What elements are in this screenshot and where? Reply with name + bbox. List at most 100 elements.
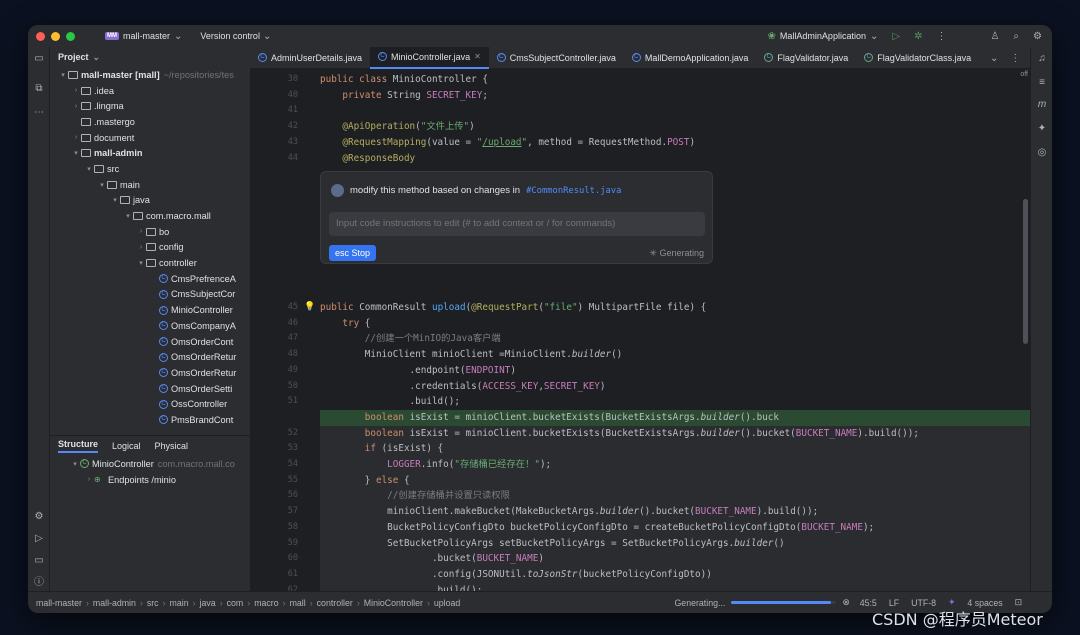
chevron-down-icon[interactable]: ▾ — [123, 212, 133, 220]
chevron-down-icon[interactable]: ▾ — [110, 196, 120, 204]
editor-tab[interactable]: C MallDemoApplication.java — [624, 47, 757, 69]
maximize-window-button[interactable] — [66, 31, 75, 41]
close-window-button[interactable] — [36, 31, 45, 41]
editor-tab[interactable]: C AdminUserDetails.java — [250, 47, 370, 69]
run-config-selector[interactable]: ❀ MallAdminApplication ⌄ — [768, 31, 879, 42]
code-line[interactable]: //创建一个MinIO的Java客户端 — [320, 331, 501, 347]
tree-item[interactable]: › document — [50, 130, 250, 146]
breadcrumb-item[interactable]: mall-admin — [93, 598, 136, 608]
tree-item[interactable]: C OmsOrderRetur — [50, 365, 250, 381]
database-icon[interactable]: ≡ — [1036, 77, 1048, 89]
folder-icon[interactable]: ▭ — [33, 53, 45, 65]
code-line[interactable]: @ResponseBody — [320, 151, 415, 167]
ai-instruction-input[interactable] — [329, 212, 705, 236]
vertical-scrollbar[interactable] — [1023, 199, 1028, 344]
tab-logical[interactable]: Logical — [112, 441, 141, 451]
debug-icon[interactable]: ✲ — [914, 31, 922, 42]
tree-item[interactable]: › .idea — [50, 83, 250, 99]
tree-item[interactable]: ▾ main — [50, 177, 250, 193]
close-tab-icon[interactable]: ✕ — [474, 52, 481, 61]
project-switcher[interactable]: MM mall-master ⌄ — [105, 31, 182, 42]
code-line[interactable]: try { — [320, 316, 370, 332]
lightbulb-icon[interactable]: 💡 — [304, 300, 315, 316]
breadcrumb-item[interactable]: main — [170, 598, 189, 608]
chevron-down-icon[interactable]: ▾ — [84, 165, 94, 173]
chevron-down-icon[interactable]: ▾ — [97, 181, 107, 189]
breadcrumb-item[interactable]: java — [200, 598, 216, 608]
code-line[interactable]: private String SECRET_KEY; — [320, 88, 488, 104]
chevron-right-icon[interactable]: › — [71, 87, 81, 94]
more-options-icon[interactable]: ⋮ — [936, 31, 946, 42]
copilot-icon[interactable]: ◎ — [1036, 147, 1048, 159]
tree-item[interactable]: › config — [50, 240, 250, 256]
terminal-icon[interactable]: ▭ — [33, 555, 45, 567]
run-tool-icon[interactable]: ▷ — [33, 533, 45, 545]
code-line[interactable]: boolean isExist = minioClient.bucketExis… — [320, 410, 779, 426]
tree-item[interactable]: ▾ com.macro.mall — [50, 208, 250, 224]
editor-tab[interactable]: C FlagValidatorClass.java — [856, 47, 979, 69]
code-line[interactable]: MinioClient minioClient =MinioClient.bui… — [320, 347, 623, 363]
minimize-window-button[interactable] — [51, 31, 60, 41]
code-line[interactable]: boolean isExist = minioClient.bucketExis… — [320, 426, 919, 442]
code-line[interactable]: @ApiOperation("文件上传") — [320, 119, 474, 135]
tree-item[interactable]: C CmsPrefrenceA — [50, 271, 250, 287]
more-icon[interactable]: ⋯ — [33, 107, 45, 119]
tree-item[interactable]: › bo — [50, 224, 250, 240]
code-line[interactable]: public class MinioController { — [320, 72, 488, 88]
code-editor[interactable]: off 30 public class MinioController {40 p… — [250, 69, 1030, 591]
code-line[interactable]: public CommonResult upload(@RequestPart(… — [320, 300, 706, 316]
chevron-right-icon[interactable]: › — [71, 134, 81, 141]
tree-item[interactable]: C OmsCompanyA — [50, 318, 250, 334]
tab-physical[interactable]: Physical — [155, 441, 189, 451]
chevron-down-icon[interactable]: ▾ — [136, 259, 146, 267]
tab-more-icon[interactable]: ⋮ — [1010, 53, 1020, 64]
code-line[interactable]: minioClient.makeBucket(MakeBucketArgs.bu… — [320, 504, 818, 520]
breadcrumb-item[interactable]: macro — [254, 598, 278, 608]
code-line[interactable]: SetBucketPolicyArgs setBucketPolicyArgs … — [320, 536, 784, 552]
editor-tab[interactable]: C FlagValidator.java — [756, 47, 856, 69]
services-icon[interactable]: ⚙ — [33, 511, 45, 523]
editor-tab[interactable]: C CmsSubjectController.java — [489, 47, 624, 69]
code-line[interactable]: .build(); — [320, 394, 460, 410]
tree-item[interactable]: ▾ src — [50, 161, 250, 177]
breadcrumb-item[interactable]: src — [147, 598, 159, 608]
structure-endpoints[interactable]: › ⊕ Endpoints /minio — [50, 472, 250, 488]
tree-item[interactable]: › .lingma — [50, 98, 250, 114]
settings-icon[interactable]: ⚙ — [1033, 31, 1042, 42]
code-line[interactable]: } else { — [320, 473, 410, 489]
breadcrumb-item[interactable]: MinioController — [364, 598, 423, 608]
code-line[interactable]: BucketPolicyConfigDto bucketPolicyConfig… — [320, 520, 874, 536]
chevron-right-icon[interactable]: › — [136, 244, 146, 251]
structure-root[interactable]: ▾ C MinioController com.macro.mall.co — [50, 456, 250, 472]
tree-item[interactable]: ▾ mall-master [mall] ~/repositories/tes — [50, 67, 250, 83]
code-line[interactable]: .build(); — [320, 583, 482, 591]
breadcrumb-item[interactable]: upload — [434, 598, 460, 608]
tree-item[interactable]: C OmsOrderSetti — [50, 381, 250, 397]
tree-item[interactable]: .mastergo — [50, 114, 250, 130]
tree-item[interactable]: C PmsBrandCont — [50, 412, 250, 428]
tree-item[interactable]: C OmsOrderRetur — [50, 349, 250, 365]
tree-item[interactable]: C MinioController — [50, 302, 250, 318]
vcs-menu[interactable]: Version control ⌄ — [200, 31, 271, 42]
search-icon[interactable]: ⌕ — [1013, 31, 1019, 42]
breadcrumb-item[interactable]: mall — [290, 598, 306, 608]
run-icon[interactable]: ▷ — [892, 31, 900, 42]
add-user-icon[interactable]: ♙ — [990, 31, 999, 42]
stop-button[interactable]: esc Stop — [329, 245, 377, 261]
code-line[interactable]: LOGGER.info("存储桶已经存在！"); — [320, 457, 551, 473]
code-line[interactable]: .endpoint(ENDPOINT) — [320, 363, 516, 379]
project-panel-header[interactable]: Project ⌄ — [50, 47, 250, 67]
tree-item[interactable]: ▾ mall-admin — [50, 145, 250, 161]
tab-structure[interactable]: Structure — [58, 439, 99, 453]
chevron-right-icon[interactable]: › — [71, 103, 81, 110]
chevron-down-icon[interactable]: ▾ — [58, 71, 68, 79]
code-line[interactable]: @RequestMapping(value = "/upload", metho… — [320, 135, 695, 151]
notifications-icon[interactable]: ♫ — [1036, 53, 1048, 65]
chevron-down-icon[interactable]: ▾ — [71, 149, 81, 157]
tree-item[interactable]: ▾ controller — [50, 255, 250, 271]
breadcrumb-item[interactable]: mall-master — [36, 598, 82, 608]
code-line[interactable]: .bucket(BUCKET_NAME) — [320, 551, 544, 567]
vcs-icon[interactable]: ⧉ — [33, 83, 45, 95]
tab-list-icon[interactable]: ⌄ — [990, 53, 998, 64]
code-line[interactable]: //创建存储桶并设置只读权限 — [320, 488, 510, 504]
